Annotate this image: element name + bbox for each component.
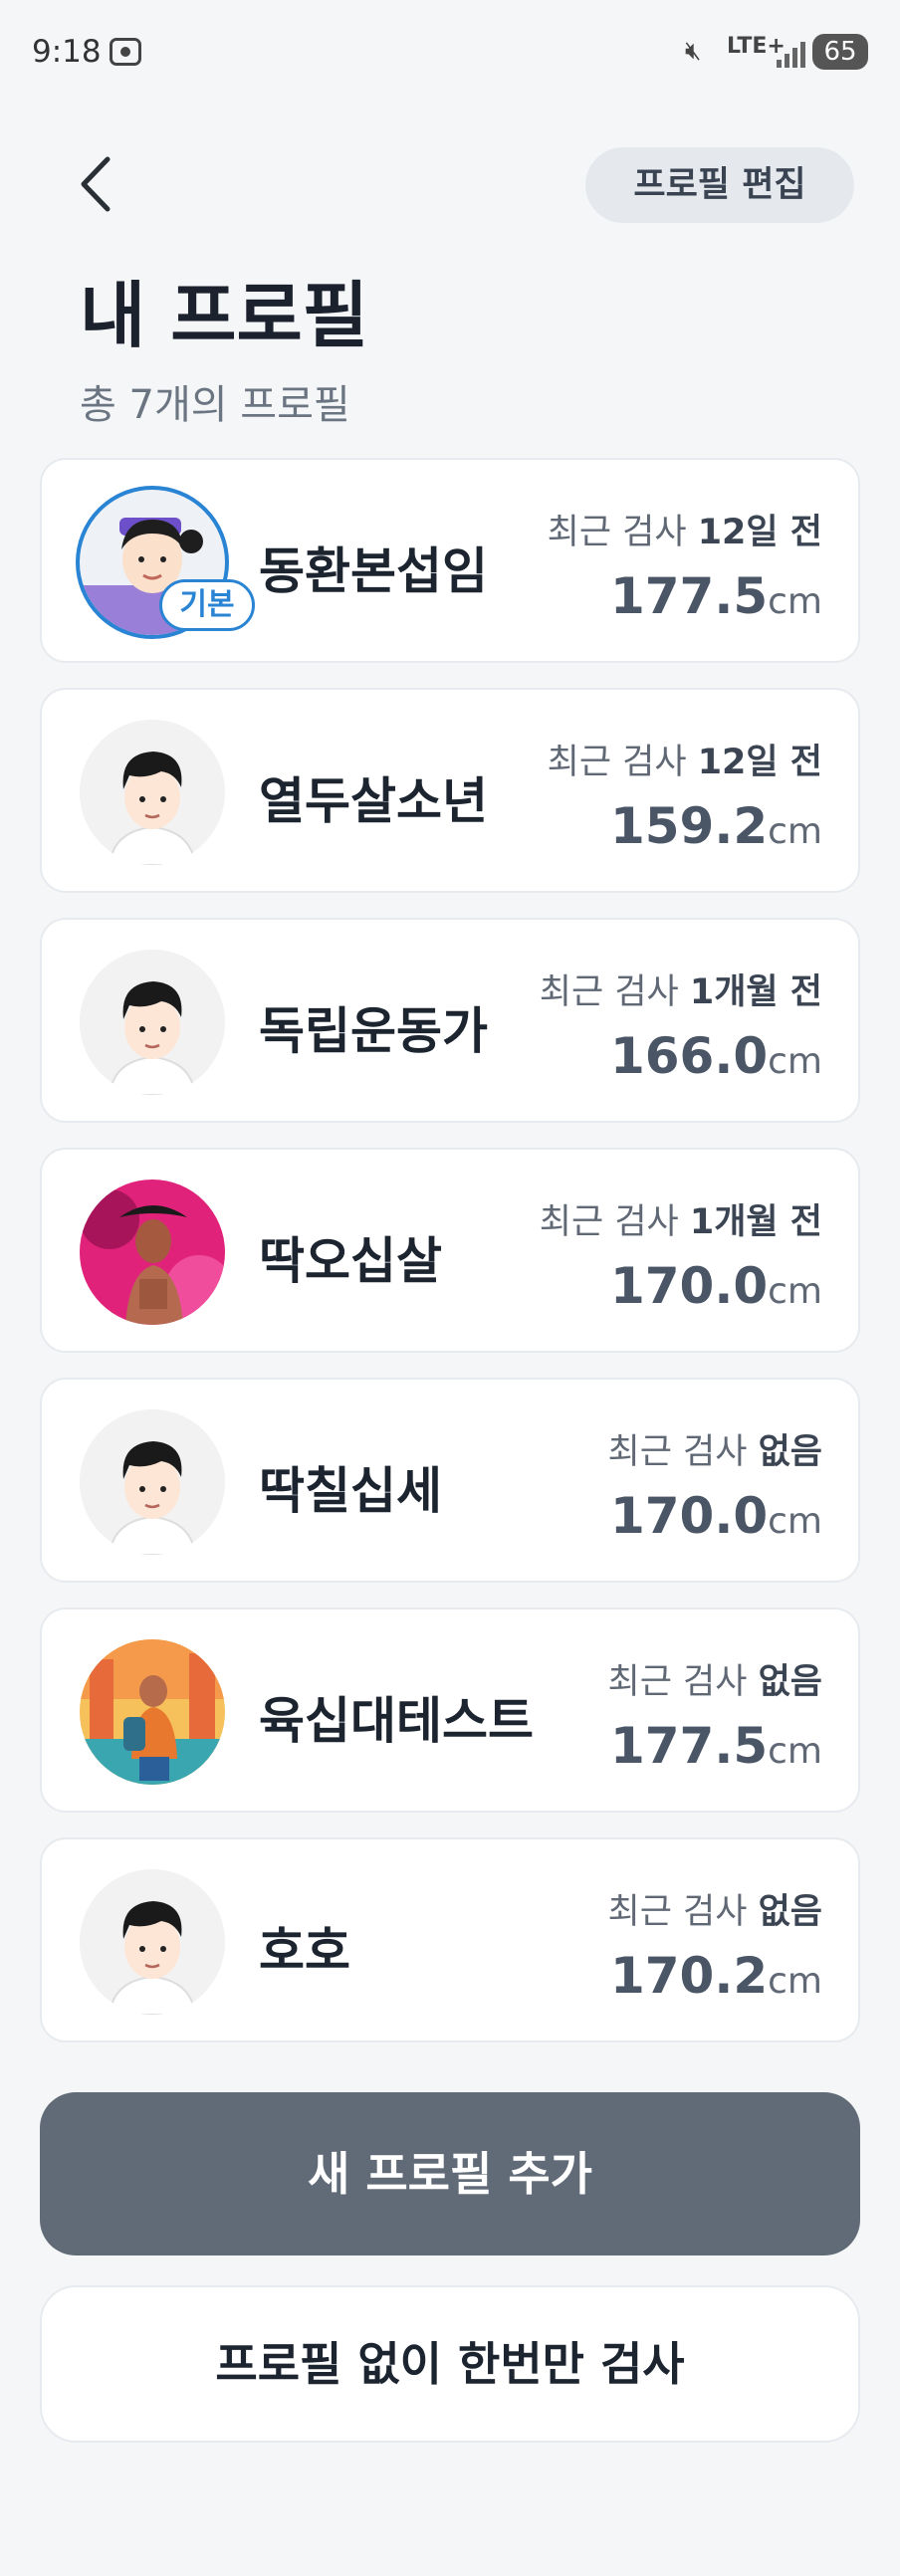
recent-check: 최근 검사 1개월 전	[540, 964, 822, 1014]
recent-check: 최근 검사 없음	[608, 1653, 822, 1704]
profile-name: 딱칠십세	[259, 1462, 442, 1520]
height-unit: cm	[768, 1041, 822, 1082]
recent-check-value: 1개월 전	[689, 1202, 822, 1242]
profile-card[interactable]: 딱칠십세 최근 검사 없음 170.0cm	[40, 1378, 860, 1583]
signal-icon	[777, 38, 806, 68]
recent-check: 최근 검사 1개월 전	[540, 1193, 822, 1244]
recent-check-label: 최근 검사	[607, 1892, 759, 1932]
recent-check-value: 없음	[758, 1662, 822, 1702]
recent-check: 최근 검사 없음	[608, 1883, 822, 1934]
height-unit: cm	[768, 581, 822, 622]
recent-check-label: 최근 검사	[539, 972, 690, 1012]
screenshot-icon	[110, 38, 141, 66]
height-unit: cm	[768, 811, 822, 852]
height-unit: cm	[768, 1501, 822, 1542]
profile-name: 육십대테스트	[259, 1692, 534, 1750]
recent-check-label: 최근 검사	[539, 1202, 690, 1242]
recent-check-label: 최근 검사	[607, 1662, 759, 1702]
back-button[interactable]	[70, 149, 119, 219]
recent-check-label: 최근 검사	[547, 513, 698, 552]
mute-icon: 🔇︎	[685, 36, 702, 66]
profile-height: 170.0cm	[610, 1487, 822, 1545]
page-title: 내 프로필	[80, 274, 369, 357]
height-value: 177.5	[609, 1717, 769, 1775]
recent-check-label: 최근 검사	[547, 743, 698, 782]
profile-height: 177.5cm	[610, 567, 822, 625]
add-profile-button[interactable]: 새 프로필 추가	[40, 2092, 860, 2255]
avatar	[80, 1869, 225, 2015]
recent-check-value: 없음	[758, 1432, 822, 1472]
height-value: 170.2	[609, 1947, 769, 2005]
battery-icon: 65	[812, 34, 868, 70]
profile-card[interactable]: 독립운동가 최근 검사 1개월 전 166.0cm	[40, 918, 860, 1123]
avatar	[80, 720, 225, 865]
avatar	[80, 950, 225, 1095]
recent-check: 최근 검사 12일 전	[548, 734, 822, 784]
height-value: 177.5	[609, 567, 769, 625]
default-badge: 기본	[159, 579, 255, 631]
profile-name: 딱오십살	[259, 1232, 442, 1290]
height-value: 159.2	[609, 797, 769, 855]
profile-name: 열두살소년	[259, 772, 488, 830]
height-value: 170.0	[609, 1257, 769, 1315]
height-unit: cm	[768, 1731, 822, 1772]
recent-check-value: 12일 전	[697, 513, 822, 552]
profile-card[interactable]: 호호 최근 검사 없음 170.2cm	[40, 1837, 860, 2042]
recent-check: 최근 검사 없음	[608, 1423, 822, 1474]
profile-height: 166.0cm	[610, 1027, 822, 1085]
recent-check-value: 1개월 전	[689, 972, 822, 1012]
chevron-left-icon	[81, 156, 111, 212]
status-time: 9:18	[32, 34, 102, 70]
recent-check: 최근 검사 12일 전	[548, 504, 822, 554]
avatar	[80, 1639, 225, 1785]
avatar	[80, 1409, 225, 1555]
status-bar: 9:18 🔇︎ LTE+ 65	[0, 0, 900, 109]
profile-card[interactable]: 기본 동환본섭임 최근 검사 12일 전 177.5cm	[40, 458, 860, 663]
recent-check-value: 12일 전	[697, 743, 822, 782]
profile-name: 동환본섭임	[259, 542, 488, 600]
height-unit: cm	[768, 1961, 822, 2002]
profile-height: 177.5cm	[610, 1717, 822, 1775]
edit-profile-button[interactable]: 프로필 편집	[585, 147, 854, 223]
height-value: 166.0	[609, 1027, 769, 1085]
check-once-button[interactable]: 프로필 없이 한번만 검사	[40, 2285, 860, 2443]
avatar	[80, 1180, 225, 1325]
profile-height: 170.0cm	[610, 1257, 822, 1315]
profile-name: 호호	[259, 1922, 350, 1980]
height-value: 170.0	[609, 1487, 769, 1545]
profile-name: 독립운동가	[259, 1002, 488, 1060]
profile-card[interactable]: 딱오십살 최근 검사 1개월 전 170.0cm	[40, 1148, 860, 1353]
profile-height: 170.2cm	[610, 1947, 822, 2005]
profile-card[interactable]: 육십대테스트 최근 검사 없음 177.5cm	[40, 1608, 860, 1813]
profile-count: 총 7개의 프로필	[80, 382, 350, 428]
profile-height: 159.2cm	[610, 797, 822, 855]
profile-card[interactable]: 열두살소년 최근 검사 12일 전 159.2cm	[40, 688, 860, 893]
recent-check-label: 최근 검사	[607, 1432, 759, 1472]
height-unit: cm	[768, 1271, 822, 1312]
recent-check-value: 없음	[758, 1892, 822, 1932]
